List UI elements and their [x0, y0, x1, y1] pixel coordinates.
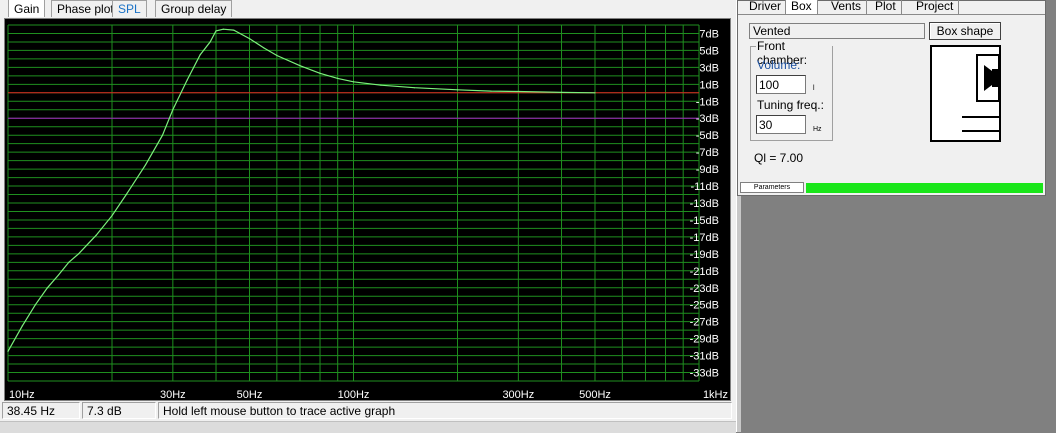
gain-curve-point: [161, 134, 164, 136]
window-bottom-edge: [0, 421, 736, 433]
y-tick-label: -25dB: [690, 300, 719, 312]
y-tick-label: -15dB: [690, 215, 719, 227]
gain-curve-point: [7, 350, 9, 352]
tuning-freq-input[interactable]: [756, 115, 806, 134]
y-tick-label: 1dB: [699, 79, 719, 91]
front-chamber-group: Front chamber: Volume: l Tuning freq.: H…: [750, 39, 833, 141]
x-tick-label: 50Hz: [237, 389, 263, 400]
gain-curve-point: [456, 89, 459, 91]
x-tick-label: 300Hz: [502, 389, 534, 400]
y-tick-label: -13dB: [690, 198, 719, 210]
gain-curve-point: [233, 29, 235, 31]
box-panel: Driver Box Vents Plot Project Vented Box…: [737, 0, 1046, 196]
gain-curve-point: [111, 215, 113, 217]
tab-plot[interactable]: Plot: [870, 0, 902, 14]
y-tick-label: -29dB: [690, 334, 719, 346]
tab-group-delay[interactable]: Group delay: [155, 0, 233, 17]
gain-plot[interactable]: 7dB 5dB 3dB 1dB -1dB -3dB -5dB -7dB -9dB -11dB -13…: [4, 18, 731, 401]
ql-value: Ql = 7.00: [754, 151, 804, 165]
graph-tab-bar: Gain Phase plot SPL Group delay: [0, 0, 736, 18]
status-bar: 38.45 Hz 7.3 dB Hold left mouse button t…: [2, 402, 732, 420]
y-tick-label: -31dB: [690, 351, 719, 363]
status-frequency: 38.45 Hz: [2, 402, 80, 419]
y-tick-label: -33dB: [690, 368, 719, 380]
gain-curve-point: [594, 92, 596, 94]
gain-curve-point: [263, 47, 265, 49]
tab-box[interactable]: Box: [785, 0, 818, 15]
volume-label: Volume:: [757, 58, 801, 72]
y-tick-label: 7dB: [699, 28, 719, 40]
gain-curve-point: [199, 54, 201, 56]
gain-curve-point: [337, 77, 339, 79]
gain-curve-point: [490, 90, 492, 92]
y-tick-label: 3dB: [699, 62, 719, 74]
parameters-progress-bar: [806, 183, 1043, 193]
x-tick-label: 100Hz: [338, 389, 370, 400]
gain-curve-point: [276, 54, 278, 57]
gain-curve-point: [46, 287, 48, 289]
gain-curve-point: [95, 234, 97, 236]
status-hint: Hold left mouse button to trace active g…: [158, 402, 732, 419]
y-tick-label: -11dB: [690, 181, 719, 193]
tuning-unit: Hz: [813, 126, 822, 133]
gain-curve-point: [77, 253, 80, 255]
y-tick-label: -19dB: [690, 249, 719, 261]
gain-curve-point: [186, 79, 188, 81]
y-tick-label: -5dB: [696, 130, 719, 142]
gain-curve-point: [215, 30, 217, 32]
x-tick-label: 500Hz: [579, 389, 611, 400]
gain-curve-point: [517, 90, 519, 93]
y-tick-label: -1dB: [696, 96, 719, 108]
parameters-progress-fill: [806, 183, 1043, 193]
graph-window: Gain Phase plot SPL Group delay 7dB 5dB 3d…: [0, 0, 736, 433]
box-shape-button[interactable]: Box shape: [929, 22, 1001, 40]
gain-curve-point: [319, 72, 321, 74]
volume-input[interactable]: [756, 75, 806, 94]
gain-curve-point: [21, 325, 23, 327]
y-tick-label: -7dB: [696, 147, 719, 159]
box-preview: [930, 45, 1001, 142]
tab-gain[interactable]: Gain: [8, 0, 46, 17]
gain-curve-point: [560, 91, 563, 93]
y-tick-label: -3dB: [696, 113, 719, 125]
tab-underline: [738, 14, 1045, 15]
tuning-label: Tuning freq.:: [757, 98, 824, 112]
y-tick-label: -23dB: [690, 283, 719, 295]
tab-spl[interactable]: SPL: [112, 0, 147, 17]
status-gain: 7.3 dB: [82, 402, 156, 419]
gain-curve-point: [248, 37, 251, 40]
tab-vents[interactable]: Vents: [826, 0, 868, 14]
tab-driver[interactable]: Driver: [744, 0, 787, 14]
y-tick-label: -27dB: [690, 317, 719, 329]
x-tick-label: 1kHz: [703, 389, 728, 400]
y-tick-label: -9dB: [696, 164, 719, 176]
tab-phase-plot[interactable]: Phase plot: [51, 0, 120, 17]
tab-project[interactable]: Project: [911, 0, 960, 14]
gain-curve-point: [222, 28, 224, 30]
gain-chart-svg[interactable]: 7dB 5dB 3dB 1dB -1dB -3dB -5dB -7dB -9dB -11dB -13…: [5, 19, 730, 400]
gain-curve-point: [34, 304, 36, 306]
volume-unit: l: [813, 85, 815, 92]
gain-curve-point: [299, 65, 301, 67]
gain-curve-point: [172, 109, 174, 111]
gain-curve-point: [125, 193, 127, 196]
gain-curve-point: [209, 41, 211, 43]
y-tick-label: 5dB: [699, 45, 719, 57]
x-tick-label: 10Hz: [9, 389, 35, 400]
y-tick-label: -21dB: [690, 266, 719, 278]
gain-curve-point: [413, 87, 415, 89]
y-tick-label: -17dB: [690, 232, 719, 244]
box-drawing: [962, 54, 999, 132]
driver-magnet: [992, 69, 999, 87]
gain-curve-point: [352, 81, 355, 83]
box-type-display[interactable]: Vented: [749, 23, 925, 39]
x-tick-label: 30Hz: [160, 389, 186, 400]
parameters-strip: Parameters: [740, 182, 1043, 193]
gain-curve-point: [68, 261, 70, 263]
parameters-label[interactable]: Parameters: [740, 182, 804, 193]
gain-curve-point: [144, 164, 147, 166]
gain-curve-point: [57, 274, 60, 276]
gain-curve-point: [380, 84, 382, 86]
